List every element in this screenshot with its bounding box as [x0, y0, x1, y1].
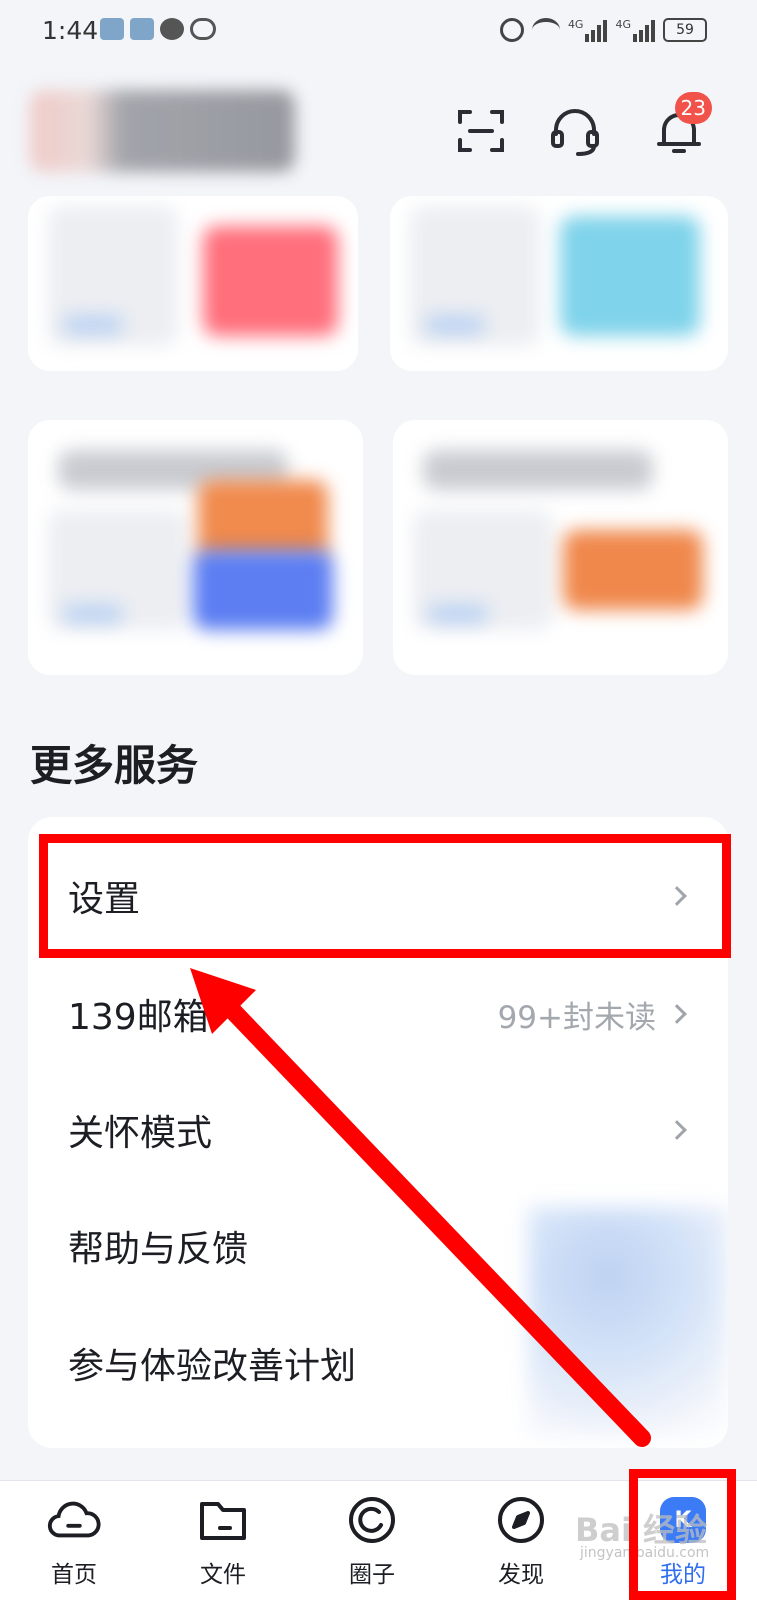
blurred-promo-card[interactable] [28, 196, 358, 371]
wechat-icon [160, 18, 184, 40]
status-notification-icons [100, 18, 216, 40]
eye-icon [190, 18, 216, 40]
headset-icon [551, 109, 599, 156]
chevron-right-icon [667, 1004, 687, 1024]
circle-icon [349, 1497, 395, 1543]
app-notification-icon [130, 18, 154, 40]
blurred-promo-card[interactable] [28, 420, 363, 675]
network-type-label: 4G [615, 18, 631, 31]
scan-button[interactable] [452, 102, 510, 160]
blurred-profile[interactable] [30, 90, 295, 172]
scan-icon [458, 110, 504, 152]
nav-tab-discover[interactable]: 发现 [461, 1481, 581, 1600]
notification-badge: 23 [674, 92, 712, 124]
customer-service-button[interactable] [546, 102, 604, 160]
care-mode-label: 关怀模式 [68, 1113, 213, 1154]
battery-icon: 59 [663, 18, 707, 42]
nav-tab-home[interactable]: 首页 [14, 1481, 134, 1600]
highlight-settings-box [39, 834, 731, 958]
nav-label: 圈子 [349, 1562, 395, 1588]
care-mode-row[interactable]: 关怀模式 [28, 1071, 728, 1189]
wifi-icon [531, 18, 560, 42]
signal-icon [585, 18, 608, 42]
nav-label: 首页 [51, 1562, 97, 1588]
app-notification-icon [100, 18, 124, 40]
experience-program-label: 参与体验改善计划 [68, 1346, 357, 1387]
status-bar: 1:44 4G 4G 59 [0, 0, 757, 62]
folder-icon [200, 1502, 246, 1540]
compass-icon [498, 1497, 544, 1543]
nav-tab-files[interactable]: 文件 [163, 1481, 283, 1600]
signal-icon [633, 18, 655, 42]
section-title-more-services: 更多服务 [30, 741, 199, 790]
mailbox-row[interactable]: 139邮箱 99+封未读 [28, 955, 728, 1073]
cloud-icon [47, 1501, 101, 1538]
unread-mail-count: 99+封未读 [497, 999, 656, 1036]
nav-label: 发现 [498, 1562, 544, 1588]
notifications-button[interactable]: 23 [650, 92, 712, 160]
blurred-promo-card[interactable] [393, 420, 728, 675]
nav-label: 文件 [200, 1562, 246, 1588]
profile-header: 23 [0, 62, 757, 197]
nav-tab-circle[interactable]: 圈子 [312, 1481, 432, 1600]
alarm-icon [499, 18, 524, 42]
mailbox-label: 139邮箱 [68, 997, 209, 1038]
status-system-icons: 4G 4G 59 [499, 18, 707, 42]
status-time: 1:44 [42, 16, 99, 45]
blurred-promo-card[interactable] [390, 196, 728, 371]
network-type-label: 4G [567, 18, 584, 31]
blurred-promo-image [528, 1207, 728, 1437]
chevron-right-icon [667, 1120, 687, 1140]
highlight-me-tab-box [629, 1469, 736, 1600]
help-feedback-label: 帮助与反馈 [68, 1229, 249, 1270]
